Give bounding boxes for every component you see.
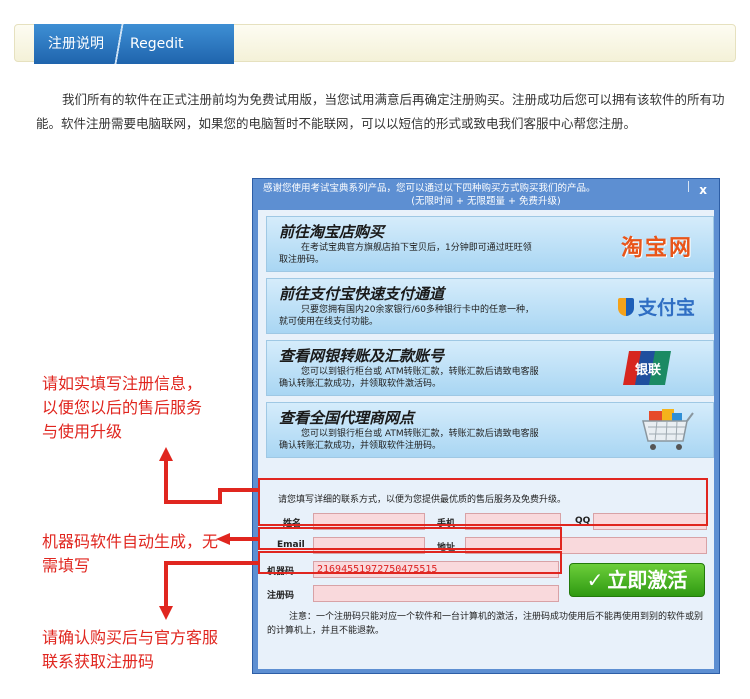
title-separator [688, 181, 689, 192]
annotation-contact: 请如实填写注册信息，以便您以后的售后服务与使用升级 [42, 374, 203, 441]
dialog-title: 感谢您使用考试宝典系列产品，您可以通过以下四种购买方式购买我们的产品。 (无限时… [253, 179, 719, 209]
arrow-contact-line [218, 488, 260, 492]
arrow-contact-line [218, 488, 222, 504]
dialog-body: 前往淘宝店购买 在考试宝典官方旗舰店拍下宝贝后，1分钟即可通过旺旺领取注册码。 … [258, 210, 714, 669]
buy-option-desc: 您可以到银行柜台或 ATM转账汇款，转账汇款后请致电客服确认转账汇款成功，并领取… [279, 429, 539, 451]
buy-option-alipay[interactable]: 前往支付宝快速支付通道 只要您拥有国内20余家银行/60多种银行卡中的任意一种，… [266, 278, 714, 334]
buy-option-title: 查看全国代理商网点 [279, 409, 415, 427]
arrow-up-icon [159, 447, 173, 461]
section-header-bar: 注册说明 Regedit [14, 24, 736, 64]
taobao-logo-icon: 淘宝网 [620, 236, 693, 261]
dialog-title-line1: 感谢您使用考试宝典系列产品，您可以通过以下四种购买方式购买我们的产品。 [263, 183, 596, 194]
unionpay-logo-icon: 银联 [623, 351, 671, 385]
buy-option-desc: 只要您拥有国内20余家银行/60多种银行卡中的任意一种，就可使用在线支付功能。 [279, 305, 534, 327]
notice-text: 注意：一个注册码只能对应一个软件和一台计算机的激活，注册码成功使用后不能再使用到… [267, 612, 704, 636]
buy-option-title: 前往淘宝店购买 [279, 223, 385, 241]
alipay-logo-icon: 支付宝 [617, 293, 695, 320]
machine-code-highlight-box [258, 527, 562, 550]
annotation-reg-code: 请确认购买后与官方客服联系获取注册码 [42, 628, 219, 671]
buy-option-desc: 在考试宝典官方旗舰店拍下宝贝后，1分钟即可通过旺旺领取注册码。 [279, 243, 532, 265]
intro-paragraph: 我们所有的软件在正式注册前均为免费试用版，当您试用满意后再确定注册购买。注册成功… [36, 88, 726, 136]
title-divider [114, 24, 124, 64]
arrow-down-icon [159, 606, 173, 620]
buy-option-desc: 您可以到银行柜台或 ATM转账汇款，转账汇款后请致电客服确认转账汇款成功，并领取… [279, 367, 539, 389]
contact-highlight-box [258, 478, 708, 526]
register-dialog: 感谢您使用考试宝典系列产品，您可以通过以下四种购买方式购买我们的产品。 (无限时… [252, 178, 720, 674]
dialog-title-line2: (无限时间 + 无限题量 + 免费升级) [411, 196, 561, 207]
arrow-machine-line [228, 537, 260, 541]
activate-button[interactable]: ✓ 立即激活 [569, 563, 705, 597]
buy-option-title: 查看网银转账及汇款账号 [279, 347, 445, 365]
reg-code-row: 注册码 [263, 582, 563, 606]
section-title-en: Regedit [130, 36, 184, 52]
reg-code-label: 注册码 [267, 591, 295, 601]
annotation-machine-code: 机器码软件自动生成，无需填写 [42, 532, 219, 575]
buy-option-agents[interactable]: 查看全国代理商网点 您可以到银行柜台或 ATM转账汇款，转账汇款后请致电客服确认… [266, 402, 714, 458]
arrow-reg-line [164, 561, 260, 565]
check-icon: ✓ [586, 568, 604, 592]
buy-option-taobao[interactable]: 前往淘宝店购买 在考试宝典官方旗舰店拍下宝贝后，1分钟即可通过旺旺领取注册码。 … [266, 216, 714, 272]
arrow-reg-line [164, 561, 168, 607]
section-title-zh: 注册说明 [48, 36, 104, 52]
buy-option-bank-transfer[interactable]: 查看网银转账及汇款账号 您可以到银行柜台或 ATM转账汇款，转账汇款后请致电客服… [266, 340, 714, 396]
shopping-cart-icon [642, 409, 694, 450]
shield-icon [617, 297, 634, 316]
svg-text:银联: 银联 [635, 362, 661, 378]
reg-code-highlight-box [258, 551, 562, 574]
close-icon[interactable]: x [699, 183, 707, 197]
arrow-left-icon [216, 533, 230, 545]
arrow-contact-line [164, 460, 168, 504]
buy-option-title: 前往支付宝快速支付通道 [279, 285, 445, 303]
intro-text: 我们所有的软件在正式注册前均为免费试用版，当您试用满意后再确定注册购买。注册成功… [36, 92, 725, 131]
arrow-contact-line [164, 500, 222, 504]
reg-code-input[interactable] [313, 585, 559, 602]
section-header-tab: 注册说明 Regedit [34, 24, 234, 64]
